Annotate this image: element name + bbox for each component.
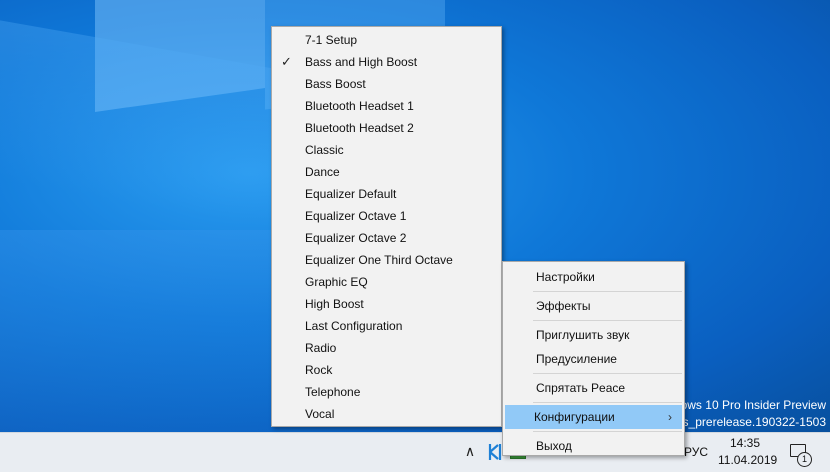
config-menu-item[interactable]: 7-1 Setup: [272, 29, 501, 51]
config-menu-item-label: Graphic EQ: [305, 275, 368, 289]
config-menu-item[interactable]: Telephone: [272, 381, 501, 403]
config-menu-item-label: Equalizer One Third Octave: [305, 253, 453, 267]
menu-item-preamp[interactable]: Предусиление: [503, 347, 684, 371]
config-menu-item[interactable]: Equalizer Octave 2: [272, 227, 501, 249]
config-menu-item-label: Dance: [305, 165, 340, 179]
config-menu-item-label: Telephone: [305, 385, 361, 399]
menu-separator: [533, 431, 682, 432]
input-language-indicator[interactable]: РУС: [684, 445, 708, 459]
config-menu-item[interactable]: Equalizer Default: [272, 183, 501, 205]
config-menu-item-label: Last Configuration: [305, 319, 403, 333]
config-menu-item-label: Vocal: [305, 407, 335, 421]
show-hidden-icons-chevron-icon[interactable]: ∧: [462, 443, 478, 459]
config-menu-item-label: Rock: [305, 363, 333, 377]
config-menu-item[interactable]: Last Configuration: [272, 315, 501, 337]
config-menu-item[interactable]: Radio: [272, 337, 501, 359]
config-menu-item-label: Radio: [305, 341, 337, 355]
config-menu-item-label: Bluetooth Headset 2: [305, 121, 414, 135]
taskbar: ∧ РУС 14:35 11.04.2019 1: [0, 432, 830, 472]
config-menu-item-label: Equalizer Octave 1: [305, 209, 407, 223]
config-menu-item[interactable]: Bass Boost: [272, 73, 501, 95]
checkmark-icon: ✓: [281, 54, 292, 69]
config-menu-item-label: Equalizer Octave 2: [305, 231, 407, 245]
menu-item-configurations-label: Конфигурации: [534, 410, 615, 424]
notification-count-badge: 1: [797, 452, 812, 467]
menu-separator: [533, 373, 682, 374]
config-menu-item-label: Equalizer Default: [305, 187, 397, 201]
menu-item-hide[interactable]: Спрятать Peace: [503, 376, 684, 400]
submenu-arrow-icon: ›: [668, 410, 672, 424]
menu-item-mute[interactable]: Приглушить звук: [503, 323, 684, 347]
clock-time[interactable]: 14:35: [730, 436, 760, 450]
config-menu-item[interactable]: Bluetooth Headset 2: [272, 117, 501, 139]
config-menu-item[interactable]: Bluetooth Headset 1: [272, 95, 501, 117]
config-menu-item-label: Classic: [305, 143, 344, 157]
config-menu-item[interactable]: Equalizer One Third Octave: [272, 249, 501, 271]
config-menu-item[interactable]: Vocal: [272, 403, 501, 425]
menu-item-effects[interactable]: Эффекты: [503, 294, 684, 318]
config-menu-item[interactable]: High Boost: [272, 293, 501, 315]
action-center-button[interactable]: 1: [788, 442, 812, 467]
menu-item-settings[interactable]: Настройки: [503, 265, 684, 289]
config-menu-item-label: Bass Boost: [305, 77, 366, 91]
menu-separator: [533, 320, 682, 321]
config-menu-item[interactable]: Classic: [272, 139, 501, 161]
clock-date[interactable]: 11.04.2019: [718, 453, 777, 467]
tray-context-menu: Настройки Эффекты Приглушить звук Предус…: [502, 261, 685, 456]
configurations-submenu: 7-1 Setup ✓ Bass and High Boost Bass Boost B…: [271, 26, 502, 427]
config-menu-item-label: 7-1 Setup: [305, 33, 358, 47]
menu-item-exit[interactable]: Выход: [503, 434, 684, 458]
config-menu-item[interactable]: Rock: [272, 359, 501, 381]
config-menu-item-label: Bass and High Boost: [305, 55, 418, 69]
config-menu-item-label: Bluetooth Headset 1: [305, 99, 414, 113]
config-menu-item[interactable]: Dance: [272, 161, 501, 183]
config-menu-item[interactable]: Equalizer Octave 1: [272, 205, 501, 227]
config-menu-item-label: High Boost: [305, 297, 364, 311]
config-menu-item[interactable]: Graphic EQ: [272, 271, 501, 293]
menu-separator: [533, 291, 682, 292]
menu-item-configurations[interactable]: Конфигурации ›: [505, 405, 682, 429]
config-menu-item[interactable]: ✓ Bass and High Boost: [272, 51, 501, 73]
menu-separator: [533, 402, 682, 403]
